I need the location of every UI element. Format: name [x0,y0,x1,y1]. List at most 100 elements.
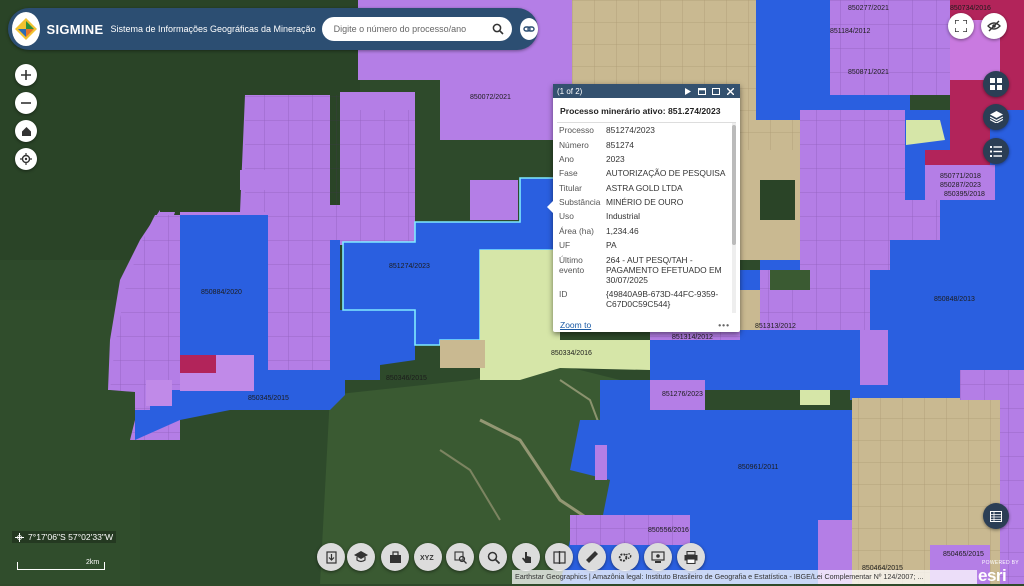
list-icon [990,145,1002,157]
brand-name: SIGMINE [46,21,104,37]
attribute-key: Ano [559,153,574,164]
add-data-button[interactable] [381,543,409,571]
parcel-label: 850345/2015 [248,395,289,402]
xyz-coordinates-icon: XYZ [420,555,434,562]
attribute-row: UF PA [557,238,736,252]
parcel-label: 851274/2023 [389,263,430,270]
select-features-button[interactable] [512,543,540,571]
mining-parcel[interactable] [180,373,216,391]
search-input[interactable] [331,23,484,35]
maximize-popup-button[interactable] [710,85,722,97]
attribute-key: Titular [559,182,582,193]
esri-wordmark: esri [978,566,1007,585]
sigmine-logo [12,12,41,46]
more-actions-button[interactable]: ••• [718,320,730,330]
mining-parcel[interactable] [146,380,172,406]
next-feature-button[interactable] [682,85,694,97]
legend-button[interactable] [983,138,1009,164]
attribute-key: Área (ha) [559,225,594,236]
attribute-key: Substância [559,197,601,208]
parcel-label: 850734/2016 [950,5,991,12]
popup-pointer [547,201,553,213]
share-link-button[interactable] [519,18,538,40]
settings-button[interactable] [611,543,639,571]
parcel-label: 851276/2023 [662,391,703,398]
print-button[interactable] [677,543,705,571]
map-search-button[interactable] [446,543,474,571]
basemap-gallery-button[interactable] [983,71,1009,97]
attribute-value: 851274 [606,139,634,150]
search-icon [487,551,500,564]
attribute-key: Número [559,139,589,150]
table-icon [990,510,1002,522]
layers-button[interactable] [983,104,1009,130]
search-button[interactable] [484,17,512,41]
mining-parcel[interactable] [180,355,216,373]
close-icon [726,87,734,95]
popup-scrollbar-thumb[interactable] [732,125,736,245]
parcel-label: 850871/2021 [848,69,889,76]
parcel-label: 850961/2011 [738,464,778,471]
popup-scrollbar[interactable] [732,123,736,313]
zoom-out-button[interactable] [15,92,37,114]
popup-header: (1 of 2) [553,84,740,98]
attribute-value: 851274/2023 [606,125,655,136]
locate-button[interactable] [15,148,37,170]
attribute-row: Titular ASTRA GOLD LTDA [557,181,736,195]
map-attribution[interactable]: Earthstar Geographics | Amazônia legal: … [512,570,977,584]
popup-title: Processo minerário ativo: 851.274/2023 [560,106,721,116]
parcel-label: 850334/2016 [551,350,592,357]
attribute-value: 264 - AUT PESQ/TAH - PAGAMENTO EFETUADO … [606,254,722,285]
popup-footer: Zoom to ••• [553,318,740,332]
dock-popup-button[interactable] [696,85,708,97]
attribute-key: UF [559,240,571,251]
map-view[interactable]: 850072/2021 851274/2023 850884/2020 8503… [0,0,1024,584]
tutorial-button[interactable] [347,543,375,571]
screenshot-icon [651,550,665,563]
attribute-key: ID [559,288,568,299]
attribute-table-button[interactable] [983,503,1009,529]
zoom-in-button[interactable] [15,64,37,86]
esri-logo: POWERED BY esri [978,560,1019,586]
minus-icon [21,102,31,104]
grid-icon [990,78,1002,90]
measure-button[interactable] [578,543,606,571]
home-button[interactable] [15,120,37,142]
attribute-row: Substância MINÉRIO DE OURO [557,195,736,209]
parcel-label: 850346/2015 [386,375,427,382]
popup-attribute-list[interactable]: Processo 851274/2023 Número 851274 Ano 2023… [557,122,736,313]
parcel-label: 850884/2020 [201,289,242,296]
parcel-label: 851313/2012 [755,323,796,330]
mining-parcel[interactable] [470,180,518,220]
play-icon [685,87,691,95]
attribute-key: Fase [559,168,578,179]
parcel-label: 850287/2023 [940,182,981,189]
coordinate-text: 7°17'06"S 57°02'33"W [28,532,114,542]
attribute-row: Fase AUTORIZAÇÃO DE PESQUISA [557,166,736,180]
search-map-icon [453,550,467,564]
logo-icon [15,18,38,40]
hide-layers-button[interactable] [981,13,1007,39]
app-subtitle: Sistema de Informações Geográficas da Mi… [110,24,316,34]
eye-slash-icon [987,20,1001,32]
close-popup-button[interactable] [724,85,736,97]
home-icon [21,126,31,136]
dock-icon [698,87,706,95]
zoom-to-link[interactable]: Zoom to [560,320,591,330]
attribute-row: Número 851274 [557,137,736,151]
attribute-value: ASTRA GOLD LTDA [606,182,683,193]
search-tool-button[interactable] [479,543,507,571]
screenshot-button[interactable] [644,543,672,571]
fullscreen-button[interactable] [948,13,974,39]
import-button[interactable] [317,543,345,571]
coordinate-readout[interactable]: 7°17'06"S 57°02'33"W [12,531,117,543]
compare-button[interactable] [545,543,573,571]
mining-parcel[interactable] [216,355,254,391]
attribute-key: Processo [559,125,594,136]
parcel-label: 851314/2012 [672,334,713,341]
xyz-button[interactable]: XYZ [414,543,442,571]
attribute-value: 2023 [606,153,625,164]
attribute-row: Ano 2023 [557,152,736,166]
attribute-row: ID {49840A9B-673D-44FC-9359-C67D0C59C544} [557,287,736,311]
parcel-label: 850771/2018 [940,173,981,180]
